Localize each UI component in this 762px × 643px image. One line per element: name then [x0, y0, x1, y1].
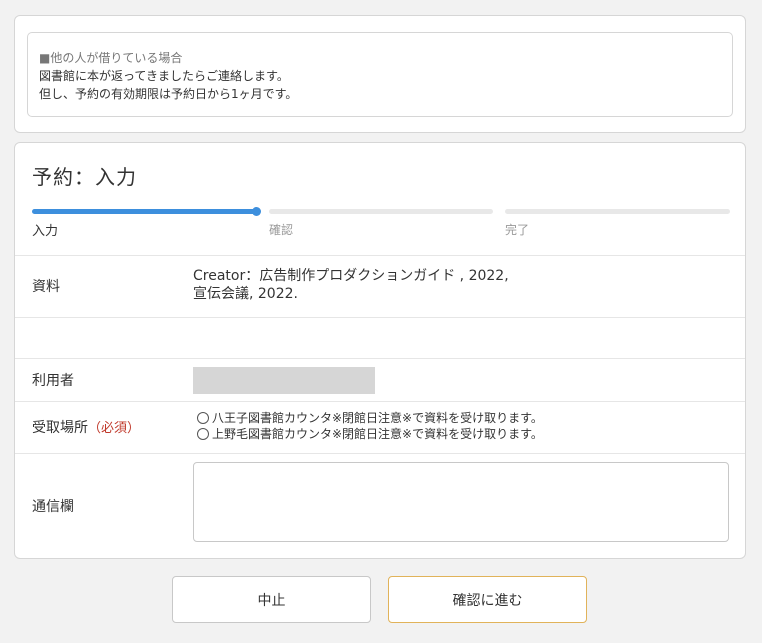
- pickup-label: 受取場所（必須）: [32, 417, 140, 437]
- step-input-bar: [32, 209, 257, 214]
- page-title: 予約：入力: [32, 165, 137, 189]
- user-row: 利用者: [15, 358, 745, 401]
- step-confirm: 確認: [269, 209, 493, 239]
- pickup-label-text: 受取場所: [32, 420, 88, 436]
- pickup-option-kaminoge[interactable]: 上野毛図書館カウンタ※閉館日注意※で資料を受け取ります。: [197, 426, 543, 442]
- step-input: 入力: [32, 207, 261, 239]
- comment-textarea[interactable]: [193, 462, 729, 542]
- material-value: Creator：広告制作プロダクションガイド , 2022, 宣伝会議, 202…: [193, 267, 509, 303]
- step-confirm-label: 確認: [269, 223, 294, 237]
- pickup-option-hachioji[interactable]: 八王子図書館カウンタ※閉館日注意※で資料を受け取ります。: [197, 410, 543, 426]
- material-line-1: Creator：広告制作プロダクションガイド , 2022,: [193, 268, 509, 284]
- confirm-button[interactable]: 確認に進む: [388, 576, 587, 623]
- step-complete: 完了: [505, 209, 730, 239]
- step-input-label: 入力: [32, 224, 59, 239]
- radio-hachioji[interactable]: [197, 412, 209, 424]
- pickup-option-hachioji-label: 八王子図書館カウンタ※閉館日注意※で資料を受け取ります。: [212, 411, 543, 425]
- notice-card: ■他の人が借りている場合 図書館に本が返ってきましたらご連絡します。 但し、予約…: [14, 15, 746, 133]
- comment-row: 通信欄: [15, 453, 745, 559]
- notice-box: ■他の人が借りている場合 図書館に本が返ってきましたらご連絡します。 但し、予約…: [27, 32, 733, 117]
- progress-steps: 入力 確認 完了: [32, 207, 730, 239]
- user-value-redacted: [193, 367, 375, 394]
- pickup-option-kaminoge-label: 上野毛図書館カウンタ※閉館日注意※で資料を受け取ります。: [212, 427, 543, 441]
- notice-line-1: 図書館に本が返ってきましたらご連絡します。: [39, 69, 289, 83]
- material-row: 資料 Creator：広告制作プロダクションガイド , 2022, 宣伝会議, …: [15, 255, 745, 317]
- notice-title: ■他の人が借りている場合: [39, 51, 183, 65]
- step-complete-label: 完了: [505, 223, 530, 237]
- spacer-row: [15, 317, 745, 358]
- material-label: 資料: [32, 279, 60, 295]
- notice-line-2: 但し、予約の有効期限は予約日から1ヶ月です。: [39, 87, 298, 101]
- required-badge: （必須）: [88, 421, 141, 436]
- reservation-form: 予約：入力 入力 確認 完了 資料 Creator：広告制作プロダクションガイド…: [14, 142, 746, 559]
- comment-label: 通信欄: [32, 499, 74, 515]
- step-complete-bar: [505, 209, 730, 214]
- step-confirm-bar: [269, 209, 493, 214]
- material-line-2: 宣伝会議, 2022.: [193, 286, 298, 302]
- pickup-row: 受取場所（必須） 八王子図書館カウンタ※閉館日注意※で資料を受け取ります。 上野…: [15, 401, 745, 453]
- user-label: 利用者: [32, 373, 74, 389]
- radio-kaminoge[interactable]: [197, 428, 209, 440]
- pickup-options: 八王子図書館カウンタ※閉館日注意※で資料を受け取ります。 上野毛図書館カウンタ※…: [197, 410, 543, 442]
- step-current-dot: [252, 207, 261, 216]
- cancel-button[interactable]: 中止: [172, 576, 371, 623]
